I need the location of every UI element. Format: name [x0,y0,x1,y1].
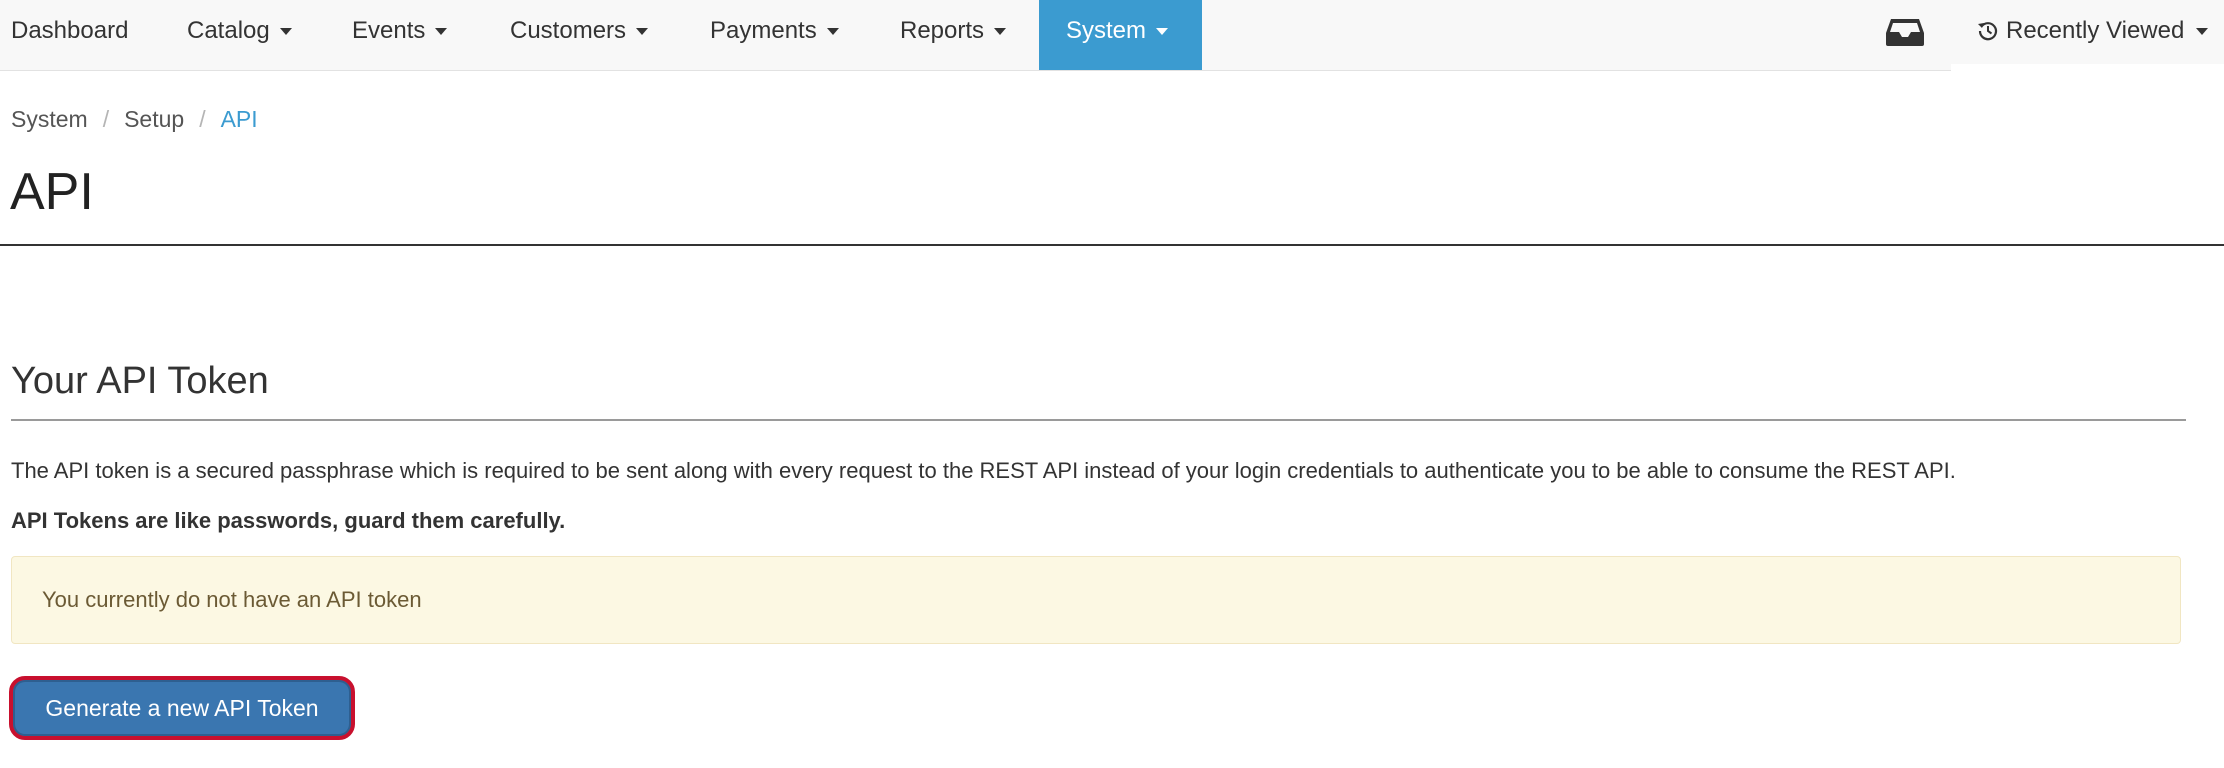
history-icon [1978,22,1998,41]
nav-item-label: Payments [710,17,817,44]
caret-down-icon [1156,28,1169,35]
section-title: Your API Token [11,360,269,402]
alert-text: You currently do not have an API token [42,587,422,612]
nav-item-label: Reports [900,17,985,44]
token-warning: API Tokens are like passwords, guard the… [11,508,566,533]
nav-item-reports[interactable]: Reports [878,0,1039,70]
breadcrumb: System / Setup / API [11,106,258,133]
token-description: The API token is a secured passphrase wh… [11,458,1956,483]
inbox-icon [1886,19,1924,46]
nav-item-customers[interactable]: Customers [488,0,688,70]
nav-item-label: Catalog [187,17,270,44]
inbox-button[interactable] [1872,10,1938,54]
top-navbar: Dashboard Catalog Events Customers Payme… [0,0,1951,71]
nav-item-dashboard[interactable]: Dashboard [0,0,174,70]
nav-item-system[interactable]: System [1039,0,1202,70]
caret-down-icon [636,28,649,35]
caret-down-icon [826,28,839,35]
caret-down-icon [994,28,1007,35]
breadcrumb-separator: / [102,106,110,132]
nav-item-payments[interactable]: Payments [688,0,878,70]
main-nav: Dashboard Catalog Events Customers Payme… [0,0,1202,70]
nav-item-label: Customers [510,17,627,44]
header-divider [0,244,2224,246]
page-title: API [10,163,94,221]
breadcrumb-item-api[interactable]: API [221,106,258,133]
caret-down-icon [435,28,448,35]
breadcrumb-item-setup[interactable]: Setup [124,106,184,133]
generate-api-token-button[interactable]: Generate a new API Token [9,676,355,740]
no-token-alert: You currently do not have an API token [11,556,2181,644]
recently-viewed-label: Recently Viewed [2006,17,2185,44]
section-divider [11,419,2186,421]
caret-down-icon [279,28,292,35]
caret-down-icon [2196,28,2209,35]
nav-item-label: Events [352,17,426,44]
breadcrumb-item-system[interactable]: System [11,106,88,133]
nav-item-catalog[interactable]: Catalog [174,0,330,70]
nav-item-label: Dashboard [11,17,129,44]
breadcrumb-separator: / [199,106,206,132]
nav-item-events[interactable]: Events [330,0,488,70]
nav-item-label: System [1066,17,1147,44]
recently-viewed-dropdown[interactable]: Recently Viewed [1976,0,2209,62]
